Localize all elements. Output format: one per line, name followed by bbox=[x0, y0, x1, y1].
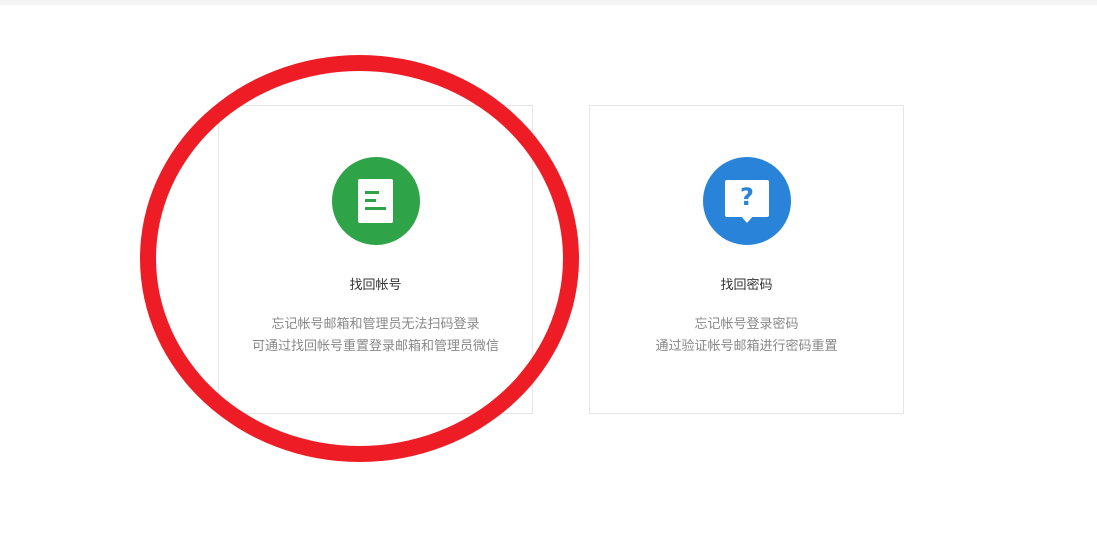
document-sheet bbox=[358, 179, 393, 223]
recover-account-card[interactable]: 找回帐号 忘记帐号邮箱和管理员无法扫码登录 可通过找回帐号重置登录邮箱和管理员微… bbox=[218, 105, 533, 414]
top-bar bbox=[0, 0, 1097, 5]
document-line bbox=[365, 199, 376, 202]
question-bubble-icon: ? bbox=[703, 157, 791, 245]
recover-account-desc-line1: 忘记帐号邮箱和管理员无法扫码登录 bbox=[271, 317, 480, 332]
speech-bubble: ? bbox=[725, 180, 769, 217]
recover-password-card[interactable]: ? 找回密码 忘记帐号登录密码 通过验证帐号邮箱进行密码重置 bbox=[589, 105, 904, 414]
recover-account-title: 找回帐号 bbox=[349, 278, 402, 293]
speech-bubble-tail bbox=[740, 215, 754, 223]
recover-password-desc-line2: 通过验证帐号邮箱进行密码重置 bbox=[655, 339, 838, 354]
document-line bbox=[365, 207, 386, 210]
question-mark-glyph: ? bbox=[740, 183, 754, 211]
recover-password-title: 找回密码 bbox=[720, 278, 773, 293]
recover-password-desc-line1: 忘记帐号登录密码 bbox=[694, 317, 799, 332]
recover-account-desc-line2: 可通过找回帐号重置登录邮箱和管理员微信 bbox=[251, 339, 499, 354]
document-icon bbox=[332, 157, 420, 245]
document-line bbox=[365, 191, 379, 194]
